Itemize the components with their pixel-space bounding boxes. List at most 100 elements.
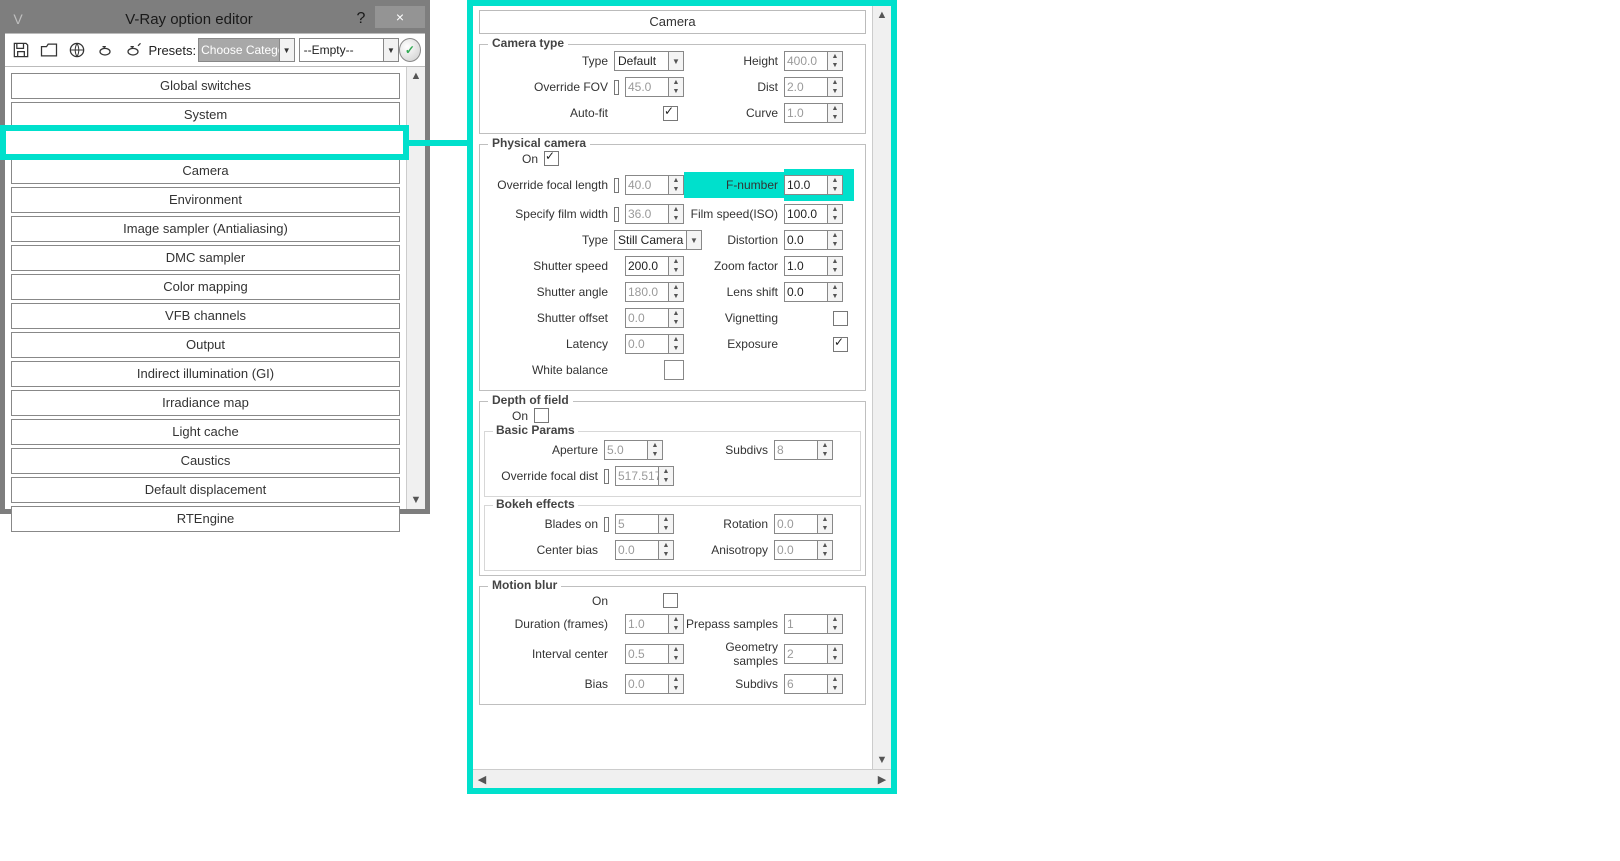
- rollout-default-displacement[interactable]: Default displacement: [11, 477, 400, 503]
- shutter-speed-spinner[interactable]: 200.0▲▼: [625, 256, 684, 276]
- camera-type-select[interactable]: Default▼: [614, 51, 684, 71]
- phys-type-select[interactable]: Still Camera▼: [614, 230, 702, 250]
- rollout-color-mapping[interactable]: Color mapping: [11, 274, 400, 300]
- sfw-spinner[interactable]: 36.0▲▼: [625, 204, 684, 224]
- center-bias-spinner[interactable]: 0.0▲▼: [615, 540, 674, 560]
- label-duration: Duration (frames): [484, 617, 614, 631]
- render-button[interactable]: [399, 38, 421, 62]
- blades-spinner[interactable]: 5▲▼: [615, 514, 674, 534]
- duration-spinner[interactable]: 1.0▲▼: [625, 614, 684, 634]
- exposure-checkbox[interactable]: [833, 337, 848, 352]
- rollout-gi[interactable]: Indirect illumination (GI): [11, 361, 400, 387]
- rollout-system[interactable]: System: [11, 102, 400, 128]
- close-button[interactable]: ×: [375, 6, 425, 28]
- globe-icon[interactable]: [65, 37, 89, 63]
- fnumber-spinner[interactable]: 10.0▲▼: [784, 175, 843, 195]
- override-fov-checkbox[interactable]: [614, 80, 619, 95]
- camera-scrollbar-h[interactable]: ◀ ▶: [473, 769, 891, 788]
- rollout-irradiance-map[interactable]: Irradiance map: [11, 390, 400, 416]
- rollout-vfb-channels[interactable]: VFB channels: [11, 303, 400, 329]
- rollout-output[interactable]: Output: [11, 332, 400, 358]
- label-sa: Shutter angle: [484, 285, 614, 299]
- dof-subdivs-spinner[interactable]: 8▲▼: [774, 440, 833, 460]
- group-motion-blur: Motion blur On Duration (frames) 1.0▲▼ P…: [479, 586, 866, 705]
- aperture-spinner[interactable]: 5.0▲▼: [604, 440, 663, 460]
- ofd-spinner[interactable]: 517.517▲▼: [615, 466, 674, 486]
- curve-spinner[interactable]: 1.0▲▼: [784, 103, 843, 123]
- autofit-checkbox[interactable]: [663, 106, 678, 121]
- scroll-up-icon[interactable]: ▲: [873, 6, 891, 24]
- teapot-rt-icon[interactable]: [121, 37, 145, 63]
- rollout-image-sampler[interactable]: Image sampler (Antialiasing): [11, 216, 400, 242]
- scroll-left-icon[interactable]: ◀: [473, 770, 491, 788]
- scroll-track[interactable]: [491, 770, 873, 788]
- scroll-right-icon[interactable]: ▶: [873, 770, 891, 788]
- section-header-camera[interactable]: Camera: [479, 10, 866, 34]
- preset-select[interactable]: --Empty-- ▼: [299, 38, 399, 62]
- label-wb: White balance: [484, 363, 614, 377]
- rollout-dmc-sampler[interactable]: DMC sampler: [11, 245, 400, 271]
- label-dof-on: On: [484, 409, 534, 423]
- distortion-spinner[interactable]: 0.0▲▼: [784, 230, 843, 250]
- load-icon[interactable]: [37, 37, 61, 63]
- rollout-light-cache[interactable]: Light cache: [11, 419, 400, 445]
- scroll-down-icon[interactable]: ▼: [407, 491, 425, 509]
- label-autofit: Auto-fit: [484, 106, 614, 120]
- rollout-global-switches[interactable]: Global switches: [11, 73, 400, 99]
- blades-checkbox[interactable]: [604, 517, 609, 532]
- mb-subdivs-spinner[interactable]: 6▲▼: [784, 674, 843, 694]
- label-center-bias: Center bias: [489, 543, 604, 557]
- interval-center-spinner[interactable]: 0.5▲▼: [625, 644, 684, 664]
- rollout-caustics[interactable]: Caustics: [11, 448, 400, 474]
- toolbar: Presets: Choose Category ▼ --Empty-- ▼: [5, 33, 425, 67]
- camera-scrollbar-v[interactable]: ▲ ▼: [872, 6, 891, 769]
- rollout-environment[interactable]: Environment: [11, 187, 400, 213]
- rollout-rtengine[interactable]: RTEngine: [11, 506, 400, 532]
- legend: Motion blur: [488, 578, 561, 592]
- subgroup-basic-params: Basic Params Aperture 5.0▲▼ Subdivs 8▲▼ …: [484, 431, 861, 497]
- scroll-down-icon[interactable]: ▼: [873, 751, 891, 769]
- preset-value: --Empty--: [304, 43, 354, 57]
- height-spinner[interactable]: 400.0▲▼: [784, 51, 843, 71]
- rollout-camera[interactable]: Camera: [11, 158, 400, 184]
- sfw-checkbox[interactable]: [614, 207, 619, 222]
- scrollbar-v[interactable]: ▲ ▼: [406, 67, 425, 509]
- group-camera-type: Camera type Type Default▼ Height 400.0▲▼: [479, 44, 866, 134]
- geometry-samples-spinner[interactable]: 2▲▼: [784, 644, 843, 664]
- save-icon[interactable]: [9, 37, 33, 63]
- label-phys-type: Type: [484, 233, 614, 247]
- white-balance-swatch[interactable]: [664, 360, 684, 380]
- camera-content: Camera Camera type Type Default▼ Height: [473, 6, 872, 769]
- label-fnumber: F-number: [684, 172, 784, 198]
- vignetting-checkbox[interactable]: [833, 311, 848, 326]
- teapot-icon[interactable]: [93, 37, 117, 63]
- dist-spinner[interactable]: 2.0▲▼: [784, 77, 843, 97]
- ofl-checkbox[interactable]: [614, 178, 619, 193]
- help-button[interactable]: ?: [347, 10, 375, 28]
- zoom-spinner[interactable]: 1.0▲▼: [784, 256, 843, 276]
- iso-spinner[interactable]: 100.0▲▼: [784, 204, 843, 224]
- mb-on-checkbox[interactable]: [663, 593, 678, 608]
- dof-on-checkbox[interactable]: [534, 408, 549, 423]
- label-vignetting: Vignetting: [684, 311, 784, 325]
- shutter-offset-spinner[interactable]: 0.0▲▼: [625, 308, 684, 328]
- chevron-down-icon: ▼: [686, 231, 701, 249]
- override-fov-spinner[interactable]: 45.0▲▼: [625, 77, 684, 97]
- shutter-angle-spinner[interactable]: 180.0▲▼: [625, 282, 684, 302]
- anisotropy-spinner[interactable]: 0.0▲▼: [774, 540, 833, 560]
- label-exposure: Exposure: [684, 337, 784, 351]
- prepass-spinner[interactable]: 1▲▼: [784, 614, 843, 634]
- label-on: On: [484, 152, 544, 166]
- rotation-spinner[interactable]: 0.0▲▼: [774, 514, 833, 534]
- latency-spinner[interactable]: 0.0▲▼: [625, 334, 684, 354]
- preset-category-select[interactable]: Choose Category ▼: [198, 38, 294, 62]
- physical-on-checkbox[interactable]: [544, 151, 559, 166]
- ofl-spinner[interactable]: 40.0▲▼: [625, 175, 684, 195]
- ofd-checkbox[interactable]: [604, 469, 609, 484]
- lens-shift-spinner[interactable]: 0.0▲▼: [784, 282, 843, 302]
- label-bias: Bias: [484, 677, 614, 691]
- label-height: Height: [684, 54, 784, 68]
- scroll-up-icon[interactable]: ▲: [407, 67, 425, 85]
- bias-spinner[interactable]: 0.0▲▼: [625, 674, 684, 694]
- rollout-list: Global switches System Camera Environmen…: [5, 67, 406, 509]
